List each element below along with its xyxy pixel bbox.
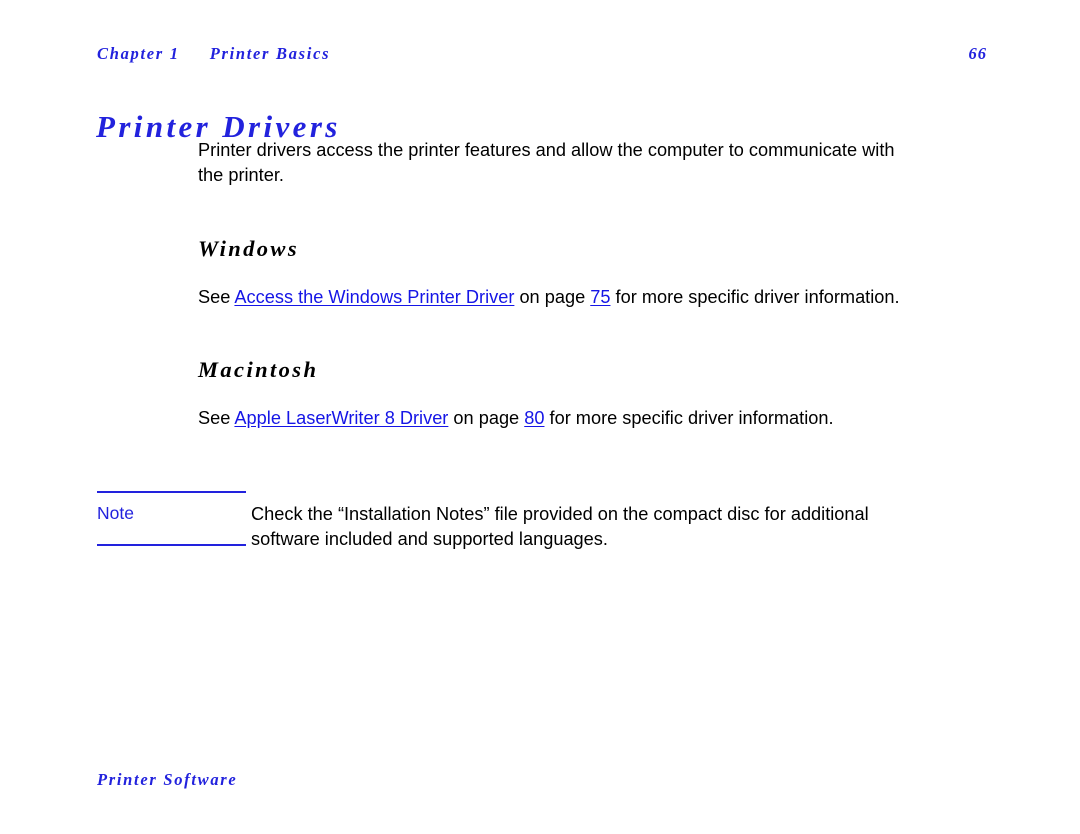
header-left-text: Chapter 1 Printer Basics bbox=[97, 44, 330, 64]
note-bottom-rule bbox=[97, 544, 246, 546]
macintosh-mid-text: on page bbox=[448, 408, 525, 428]
windows-mid-text: on page bbox=[514, 287, 591, 307]
section-heading-windows: Windows bbox=[198, 236, 299, 261]
link-apple-laserwriter-8-driver[interactable]: Apple LaserWriter 8 Driver bbox=[234, 408, 448, 428]
document-page: Chapter 1 Printer Basics 66 Printer Drive… bbox=[0, 0, 1080, 834]
note-callout: Note Check the “Installation Notes” file… bbox=[97, 491, 917, 549]
windows-paragraph: See Access the Windows Printer Driver on… bbox=[198, 285, 918, 310]
running-header: Chapter 1 Printer Basics 66 bbox=[97, 44, 987, 70]
navigation-icon-bar: ? ? bbox=[970, 0, 1080, 834]
note-label: Note bbox=[97, 503, 134, 523]
link-page-75[interactable]: 75 bbox=[590, 287, 610, 307]
body-content: Printer drivers access the printer featu… bbox=[198, 138, 918, 431]
intro-paragraph: Printer drivers access the printer featu… bbox=[198, 140, 895, 185]
macintosh-lead-text: See bbox=[198, 408, 235, 428]
running-footer: Printer Software bbox=[97, 770, 238, 789]
section-heading-macintosh: Macintosh bbox=[198, 357, 319, 382]
link-page-80[interactable]: 80 bbox=[524, 408, 544, 428]
link-access-the-windows-printer-driver[interactable]: Access the Windows Printer Driver bbox=[234, 287, 514, 307]
macintosh-paragraph: See Apple LaserWriter 8 Driver on page 8… bbox=[198, 406, 918, 431]
windows-tail-text: for more specific driver information. bbox=[610, 287, 900, 307]
note-row: Note Check the “Installation Notes” file… bbox=[97, 493, 917, 549]
macintosh-tail-text: for more specific driver information. bbox=[544, 408, 834, 428]
header-chapter-label: Chapter 1 bbox=[97, 44, 180, 63]
note-text: Check the “Installation Notes” file prov… bbox=[251, 504, 869, 549]
windows-lead-text: See bbox=[198, 287, 235, 307]
header-section-label: Printer Basics bbox=[209, 44, 331, 63]
